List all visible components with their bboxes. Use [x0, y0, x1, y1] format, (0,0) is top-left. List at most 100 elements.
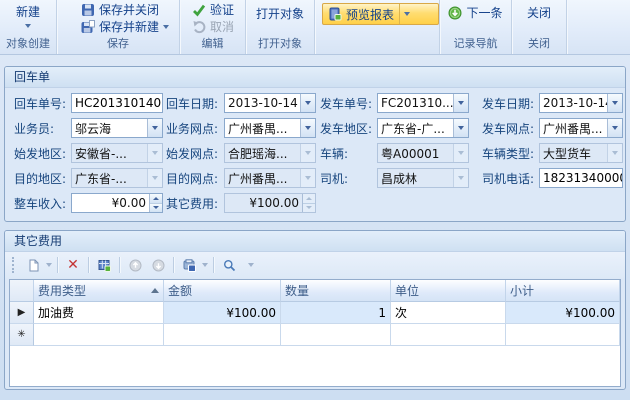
column-header-subtotal[interactable]: 小计: [506, 280, 620, 302]
form-row: 整车收入: ¥0.00 其它费用: ¥100.00: [14, 193, 625, 213]
preview-report-label: 预览报表: [346, 6, 394, 23]
chevron-down-icon[interactable]: [300, 119, 315, 137]
field-label: 发车网点:: [482, 120, 539, 137]
spin-down-icon: [303, 204, 315, 213]
save-close-button[interactable]: 保存并关闭: [81, 1, 179, 18]
spinner-buttons: [149, 194, 162, 212]
export-button[interactable]: [179, 255, 199, 275]
cell-fee-type[interactable]: 加油费: [34, 302, 164, 324]
ribbon-group-open-object: 打开对象 打开对象: [246, 0, 315, 54]
cancel-button[interactable]: 取消: [192, 18, 245, 35]
next-record-label: 下一条: [466, 4, 502, 21]
cell-subtotal[interactable]: [506, 324, 620, 346]
form-row: 回车单号: HC201310140 回车日期: 2013-10-14 发车单号:…: [14, 93, 625, 113]
driver-phone-input[interactable]: 18231340000: [539, 168, 623, 188]
new-button[interactable]: 新建: [0, 3, 56, 28]
move-up-button[interactable]: [125, 255, 145, 275]
report-icon: [328, 7, 342, 21]
field-label: 整车收入:: [14, 195, 71, 212]
validate-button[interactable]: 验证: [192, 1, 245, 18]
row-selector-header[interactable]: [10, 280, 34, 302]
ribbon-group-save: 保存并关闭 保存并新建 保存: [57, 0, 180, 54]
row-selector[interactable]: ▶: [10, 302, 34, 324]
column-header-fee-type[interactable]: 费用类型: [34, 280, 164, 302]
dest-branch-combo: 广州番禺...: [224, 168, 316, 188]
move-down-button[interactable]: [148, 255, 168, 275]
field-label: 始发网点:: [166, 145, 224, 162]
preview-report-split-button[interactable]: 预览报表: [322, 3, 439, 25]
chevron-down-icon[interactable]: [607, 119, 622, 137]
cell-quantity[interactable]: 1: [281, 302, 391, 324]
next-record-icon: [448, 6, 462, 20]
dispatch-order-no-combo[interactable]: FC201310...: [377, 93, 469, 113]
field-label: 回车单号:: [14, 95, 71, 112]
form-row: 始发地区: 安徽省-... 始发网点: 合肥瑶海... 车辆: 粤A00001 …: [14, 143, 625, 163]
field-label: 其它费用:: [166, 195, 224, 212]
ribbon-group-record-nav: 下一条 记录导航: [440, 0, 512, 54]
dispatch-region-combo[interactable]: 广东省-广...: [377, 118, 469, 138]
preview-report-dropdown[interactable]: [399, 4, 414, 24]
cell-amount[interactable]: [164, 324, 281, 346]
preview-report-button[interactable]: 预览报表: [323, 4, 399, 24]
sort-asc-icon: [151, 288, 159, 293]
close-button[interactable]: 关闭: [512, 4, 566, 21]
cell-subtotal[interactable]: ¥100.00: [506, 302, 620, 324]
salesman-combo[interactable]: 邬云海: [71, 118, 163, 138]
origin-branch-combo: 合肥瑶海...: [224, 143, 316, 163]
spin-up-icon[interactable]: [150, 194, 162, 204]
next-record-button[interactable]: 下一条: [440, 4, 511, 21]
chevron-down-icon: [453, 144, 468, 162]
cell-fee-type[interactable]: [34, 324, 164, 346]
spin-down-icon[interactable]: [150, 204, 162, 213]
chevron-down-icon: [163, 25, 169, 29]
business-branch-combo[interactable]: 广州番禺...: [224, 118, 316, 138]
group-caption: 对象创建: [0, 35, 56, 51]
save-close-icon: [81, 3, 95, 17]
cell-quantity[interactable]: [281, 324, 391, 346]
cell-unit[interactable]: 次: [391, 302, 506, 324]
return-date-combo[interactable]: 2013-10-14: [224, 93, 316, 113]
add-row-button[interactable]: [23, 255, 43, 275]
close-label: 关闭: [527, 4, 551, 21]
ribbon-group-close: 关闭 关闭: [512, 0, 567, 54]
dest-region-combo: 广东省-...: [71, 168, 163, 188]
chevron-down-icon[interactable]: [202, 263, 208, 267]
chevron-down-icon: [453, 169, 468, 187]
fees-toolbar: ✕: [5, 252, 625, 278]
chevron-down-icon[interactable]: [607, 94, 622, 112]
validate-label: 验证: [210, 1, 234, 18]
open-object-button[interactable]: 打开对象: [246, 5, 314, 22]
cell-amount[interactable]: ¥100.00: [164, 302, 281, 324]
chevron-down-icon[interactable]: [453, 119, 468, 137]
insert-table-button[interactable]: [94, 255, 114, 275]
field-label: 发车地区:: [320, 120, 377, 137]
chevron-down-icon[interactable]: [46, 263, 52, 267]
toolbar-grip[interactable]: [12, 257, 17, 273]
horizontal-scrollbar[interactable]: [9, 389, 621, 390]
vehicle-income-spinner[interactable]: ¥0.00: [71, 193, 163, 213]
delete-row-button[interactable]: ✕: [63, 255, 83, 275]
column-header-amount[interactable]: 金额: [164, 280, 281, 302]
column-header-unit[interactable]: 单位: [391, 280, 506, 302]
chevron-down-icon[interactable]: [248, 263, 254, 267]
chevron-down-icon[interactable]: [147, 119, 162, 137]
down-circle-icon: [152, 259, 165, 272]
dispatch-branch-combo[interactable]: 广州番禺...: [539, 118, 623, 138]
magnifier-icon: [223, 259, 236, 272]
save-new-button[interactable]: 保存并新建: [81, 18, 179, 35]
group-caption: 保存: [57, 35, 179, 51]
dispatch-date-combo[interactable]: 2013-10-14: [539, 93, 623, 113]
validate-check-icon: [192, 3, 206, 17]
field-label: 发车单号:: [320, 95, 377, 112]
column-header-quantity[interactable]: 数量: [281, 280, 391, 302]
cell-unit[interactable]: [391, 324, 506, 346]
chevron-down-icon[interactable]: [300, 94, 315, 112]
save-new-icon: [81, 20, 95, 34]
field-label: 业务员:: [14, 120, 71, 137]
chevron-down-icon: [25, 24, 31, 28]
insert-table-icon: [98, 259, 111, 272]
chevron-down-icon[interactable]: [453, 94, 468, 112]
new-row-selector[interactable]: ✳: [10, 324, 34, 346]
find-button[interactable]: [219, 255, 239, 275]
return-order-no-input[interactable]: HC201310140: [71, 93, 163, 113]
